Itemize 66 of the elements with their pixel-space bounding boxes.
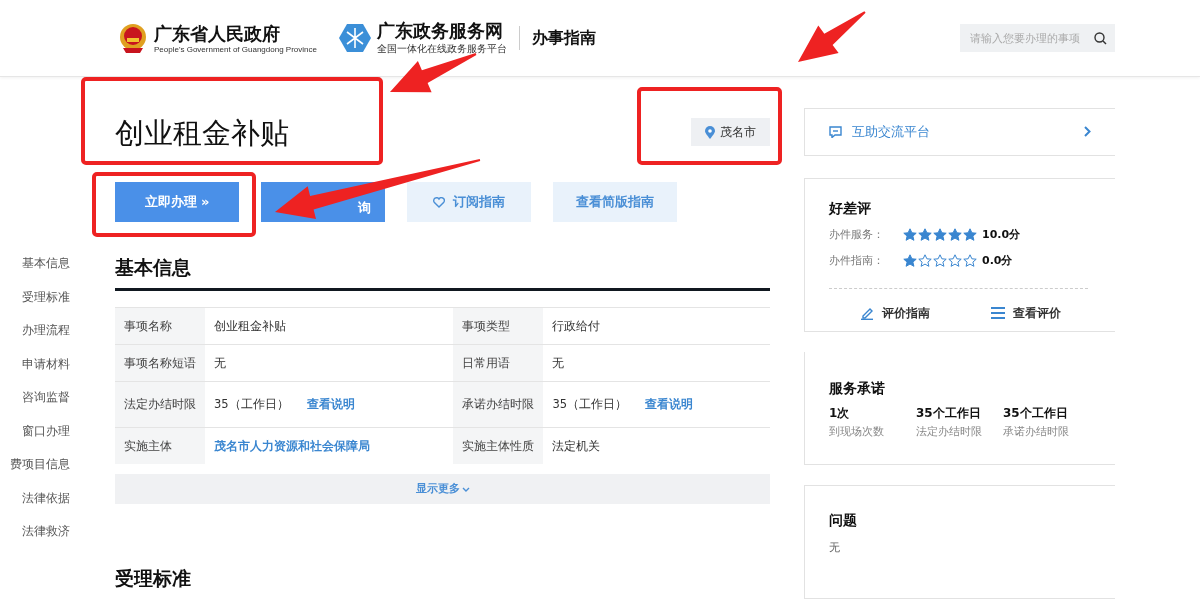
promise-value: 35个工作日 [1003,404,1069,422]
list-icon [990,307,1005,320]
field-value: 创业租金补贴 [214,318,286,333]
annotation-arrow [798,11,866,62]
side-nav-item[interactable]: 基本信息 [22,254,70,274]
promise-label: 到现场次数 [829,423,885,439]
side-nav-item[interactable]: 咨询监督 [22,388,70,408]
promise-value: 35个工作日 [916,404,982,422]
promise-label: 承诺办结时限 [1003,423,1070,439]
field-link[interactable]: 茂名市人力资源和社会保障局 [214,438,370,453]
field-label: 事项类型 [453,307,544,345]
chevron-right-icon [1084,126,1091,138]
card-title: 好差评 [829,199,872,218]
pin-icon [705,125,715,139]
promise-label: 法定办结时限 [916,423,983,439]
side-nav-item[interactable]: 法律救济 [22,522,70,542]
rating-score: 10.0分 [982,227,1021,243]
field-value: 35（工作日） [552,397,628,411]
side-nav-item[interactable]: 受理标准 [22,287,70,307]
field-value: 行政给付 [552,318,601,333]
side-nav-item[interactable]: 法律依据 [22,488,70,508]
card-title: 问题 [829,511,858,530]
search-input[interactable]: 请输入您要办理的事项 [968,30,1094,46]
side-nav-item[interactable]: 窗口办理 [22,421,70,441]
portal-title[interactable]: 广东政务服务网 [376,20,507,42]
rating-label: 办件服务： [829,227,885,243]
chat-icon [829,125,842,138]
section-heading: 受理标准 [115,566,192,591]
field-label: 法定办结时限 [115,381,205,428]
side-nav-item[interactable]: 费项目信息 [10,455,70,475]
site-title[interactable]: 广东省人民政府 [154,22,317,45]
field-value: 法定机关 [552,438,601,453]
field-label: 实施主体性质 [453,427,544,464]
field-value: 无 [214,355,226,370]
promise-value: 1次 [829,404,851,422]
section-heading: 基本信息 [115,255,192,280]
section-title: 办事指南 [531,27,596,49]
field-label: 实施主体 [115,427,205,464]
details-link[interactable]: 查看说明 [645,397,694,411]
faq-text: 无 [829,539,841,555]
side-nav-item[interactable]: 申请材料 [22,354,70,374]
field-value: 无 [552,355,565,370]
rating-action-link[interactable]: 评价指南 [859,305,930,321]
field-label: 事项名称短语 [115,344,205,382]
search-icon[interactable] [1094,31,1107,45]
portal-subtitle: 全国一体化在线政务服务平台 [376,42,507,56]
details-link[interactable]: 查看说明 [306,397,355,411]
field-label: 事项名称 [115,307,205,345]
emblem-icon [118,22,148,54]
rating-label: 办件指南： [829,253,885,269]
page-title: 创业租金补贴 [115,115,289,152]
snowflake-logo-icon [338,22,371,54]
card-title: 服务承诺 [829,379,886,398]
search-field[interactable]: 请输入您要办理的事项 [960,24,1115,52]
heart-icon [433,196,445,208]
side-nav-item[interactable]: 办理流程 [22,321,70,341]
chevron-down-icon [461,486,470,492]
pen-icon [859,306,874,321]
field-label: 日常用语 [453,344,544,382]
rating-score: 0.0分 [982,253,1013,269]
exchange-platform-link[interactable]: 互助交流平台 [804,108,1115,156]
site-subtitle: People's Government of Guangdong Province [154,44,317,54]
location-tag[interactable]: 茂名市 [691,118,770,146]
rating-action-link[interactable]: 查看评价 [990,305,1061,321]
field-value: 35（工作日） [214,397,289,411]
field-label: 承诺办结时限 [453,381,544,428]
